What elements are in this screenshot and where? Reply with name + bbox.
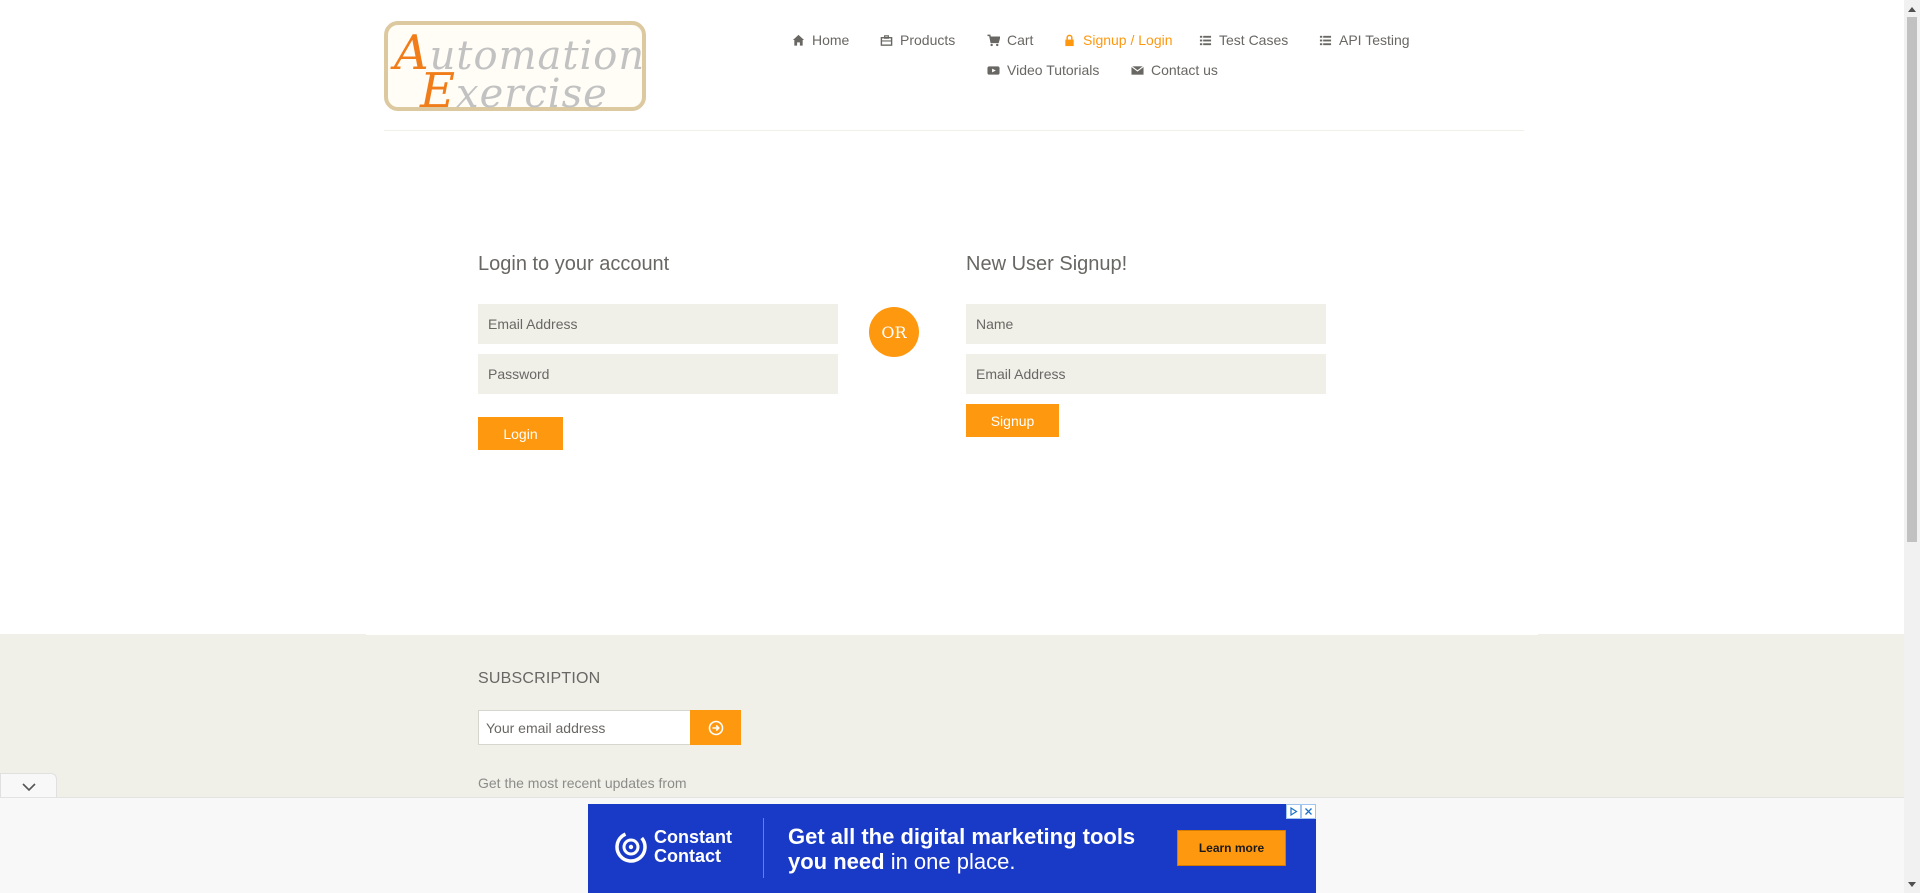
ad-banner[interactable]: Constant Contact Get all the digital mar… xyxy=(588,804,1316,893)
nav-home-label: Home xyxy=(812,32,850,48)
scrollbar-thumb[interactable] xyxy=(1907,17,1917,542)
ad-brand-line2: Contact xyxy=(654,846,721,866)
page-scrollbar[interactable] xyxy=(1904,0,1920,893)
nav-cart-label: Cart xyxy=(1007,32,1034,48)
scroll-up-arrow-icon[interactable] xyxy=(1904,0,1920,17)
cart-icon xyxy=(986,33,1000,47)
signup-name-input[interactable] xyxy=(966,304,1326,344)
ad-headline-rest: in one place. xyxy=(884,849,1016,874)
nav-products[interactable]: Products xyxy=(879,32,955,48)
ad-divider xyxy=(763,818,764,878)
header-divider xyxy=(384,130,1524,131)
nav-test-cases[interactable]: Test Cases xyxy=(1198,32,1288,48)
nav-contact-us[interactable]: Contact us xyxy=(1130,62,1218,78)
lock-icon xyxy=(1062,33,1076,47)
signup-button[interactable]: Signup xyxy=(966,404,1059,437)
site-header: Automation Exercise Home Products Cart S… xyxy=(0,0,1904,132)
subscription-email-input[interactable] xyxy=(478,710,691,745)
envelope-icon xyxy=(1130,63,1144,77)
login-button[interactable]: Login xyxy=(478,417,563,450)
subscription-description: Get the most recent updates from xyxy=(478,775,687,791)
signup-email-input[interactable] xyxy=(966,354,1326,394)
nav-signup-login[interactable]: Signup / Login xyxy=(1062,32,1173,48)
ad-collapse-button[interactable] xyxy=(0,773,57,799)
nav-api-testing-label: API Testing xyxy=(1339,32,1410,48)
footer-divider xyxy=(366,634,1538,635)
arrow-circle-right-icon xyxy=(708,720,724,736)
nav-products-label: Products xyxy=(900,32,956,48)
constant-contact-logo-icon xyxy=(614,830,648,864)
subscribe-button[interactable] xyxy=(690,710,741,745)
youtube-play-icon xyxy=(986,63,1000,77)
nav-api-testing[interactable]: API Testing xyxy=(1318,32,1410,48)
login-password-input[interactable] xyxy=(478,354,838,394)
login-title: Login to your account xyxy=(478,253,670,275)
ad-learn-more-button[interactable]: Learn more xyxy=(1177,830,1286,866)
logo-line-2: Exercise xyxy=(420,63,608,119)
signup-title: New User Signup! xyxy=(966,253,1128,275)
site-logo[interactable]: Automation Exercise xyxy=(384,21,646,119)
ad-brand: Constant Contact xyxy=(614,828,732,866)
nav-video-tutorials-label: Video Tutorials xyxy=(1007,62,1100,78)
nav-video-tutorials[interactable]: Video Tutorials xyxy=(986,62,1099,78)
nav-contact-us-label: Contact us xyxy=(1151,62,1218,78)
ad-brand-line1: Constant xyxy=(654,827,732,847)
adchoices-icon[interactable] xyxy=(1286,804,1301,819)
chevron-down-icon xyxy=(21,782,37,792)
ad-headline: Get all the digital marketing tools you … xyxy=(788,824,1168,874)
list-icon xyxy=(1198,33,1212,47)
subscription-title: SUBSCRIPTION xyxy=(478,670,601,687)
list-icon xyxy=(1318,33,1332,47)
login-email-input[interactable] xyxy=(478,304,838,344)
home-icon xyxy=(791,33,805,47)
ad-choices xyxy=(1286,804,1316,819)
nav-home[interactable]: Home xyxy=(791,32,849,48)
scroll-down-arrow-icon[interactable] xyxy=(1904,876,1920,893)
products-icon xyxy=(879,33,893,47)
nav-cart[interactable]: Cart xyxy=(986,32,1033,48)
nav-test-cases-label: Test Cases xyxy=(1219,32,1289,48)
or-divider: OR xyxy=(869,307,919,357)
nav-signup-login-label: Signup / Login xyxy=(1083,32,1173,48)
ad-close-icon[interactable] xyxy=(1301,804,1316,819)
